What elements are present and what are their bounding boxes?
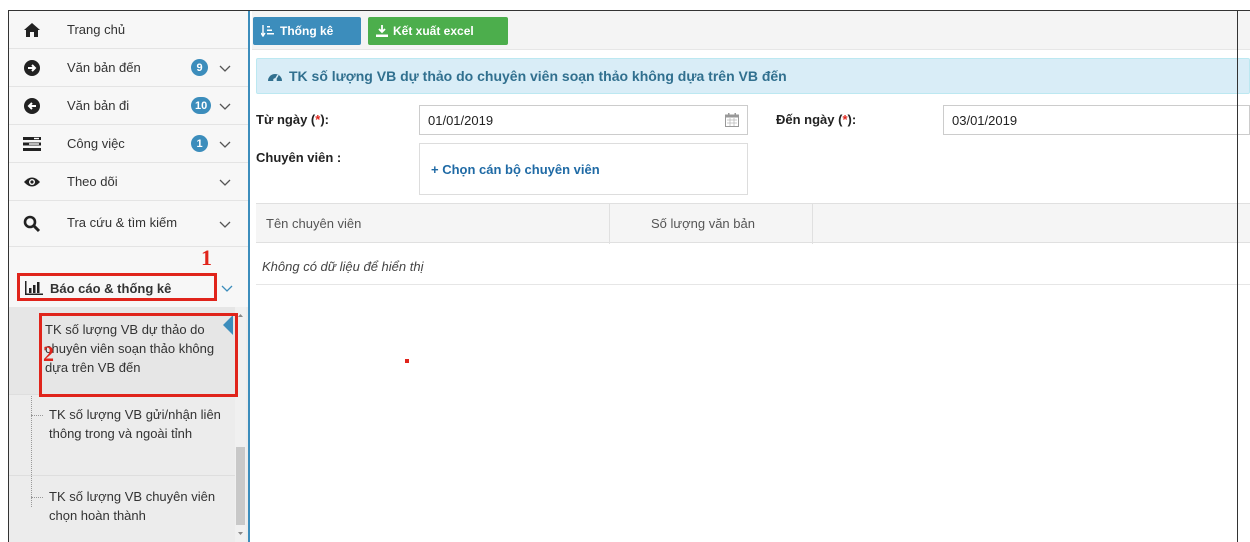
sidebar-item-home[interactable]: Trang chủ — [9, 11, 248, 49]
to-date-input[interactable]: 03/01/2019 — [943, 105, 1250, 135]
red-dot-marker — [405, 359, 409, 363]
choose-staff-link[interactable]: + Chọn cán bộ chuyên viên — [431, 162, 600, 177]
toolbar: Thống kê Kết xuất excel — [252, 11, 1250, 50]
sidebar: Trang chủ Văn bản đến 9 Văn bản đi 10 Cô… — [9, 11, 250, 542]
count-badge: 10 — [191, 97, 212, 114]
annotation-number-2: 2 — [43, 341, 54, 366]
tree-tick — [31, 497, 43, 498]
count-badge: 9 — [191, 59, 208, 76]
count-badge: 1 — [191, 135, 208, 152]
sidebar-item-outgoing[interactable]: Văn bản đi 10 — [9, 87, 248, 125]
chevron-down-icon — [221, 285, 233, 292]
sidebar-item-label: Văn bản đến — [67, 60, 141, 75]
grid-empty-message: Không có dữ liệu để hiển thị — [262, 259, 424, 274]
column-separator — [609, 204, 610, 244]
chevron-down-icon — [219, 65, 231, 72]
main-content: Thống kê Kết xuất excel TK số lượng VB d… — [252, 11, 1250, 542]
chevron-down-icon — [219, 103, 231, 110]
to-date-value: 03/01/2019 — [952, 112, 1018, 128]
submenu-item-label: TK số lượng VB chuyên viên chọn hoàn thà… — [49, 489, 216, 523]
column-separator — [812, 204, 813, 244]
tasks-icon — [23, 135, 41, 153]
sidebar-item-search[interactable]: Tra cứu & tìm kiếm — [9, 201, 248, 247]
sidebar-item-label: Tra cứu & tìm kiếm — [67, 215, 178, 230]
sidebar-item-tasks[interactable]: Công việc 1 — [9, 125, 248, 163]
arrow-circle-right-icon — [23, 59, 41, 77]
export-button-label: Kết xuất excel — [393, 24, 474, 38]
arrow-circle-left-icon — [23, 97, 41, 115]
download-icon — [376, 25, 388, 37]
panel-title: TK số lượng VB dự thảo do chuyên viên so… — [256, 58, 1250, 94]
annotation-box-1 — [17, 273, 217, 301]
chevron-down-icon — [219, 141, 231, 148]
sort-amount-icon — [261, 25, 274, 37]
eye-icon — [23, 173, 41, 191]
from-date-input[interactable]: 01/01/2019 — [419, 105, 748, 135]
sidebar-item-label: Công việc — [67, 136, 125, 151]
staff-label: Chuyên viên : — [256, 150, 342, 165]
sidebar-item-label: Trang chủ — [67, 22, 126, 37]
chevron-down-icon — [219, 221, 231, 228]
sidebar-item-label: Theo dõi — [67, 174, 118, 189]
staff-picker[interactable]: + Chọn cán bộ chuyên viên — [419, 143, 748, 195]
sidebar-item-incoming[interactable]: Văn bản đến 9 — [9, 49, 248, 87]
stats-button-label: Thống kê — [280, 24, 334, 38]
submenu-item-label: TK số lượng VB gửi/nhận liên thông trong… — [49, 407, 221, 441]
from-date-label: Từ ngày (*): — [256, 112, 329, 127]
panel-title-text: TK số lượng VB dự thảo do chuyên viên so… — [289, 68, 787, 84]
calendar-icon[interactable] — [725, 113, 739, 127]
grid-header: Tên chuyên viên Số lượng văn bản — [256, 203, 1250, 244]
frame-right-border — [1237, 10, 1238, 542]
submenu-item-completed-stats[interactable]: TK số lượng VB chuyên viên chọn hoàn thà… — [9, 476, 235, 542]
export-excel-button[interactable]: Kết xuất excel — [368, 17, 508, 45]
scroll-down-arrow-icon[interactable] — [235, 530, 246, 538]
sidebar-item-label: Văn bản đi — [67, 98, 130, 113]
column-header-count[interactable]: Số lượng văn bản — [651, 216, 755, 231]
column-header-staff[interactable]: Tên chuyên viên — [266, 216, 361, 231]
submenu-item-interconnect-stats[interactable]: TK số lượng VB gửi/nhận liên thông trong… — [9, 395, 235, 476]
home-icon — [23, 21, 41, 39]
sidebar-item-follow[interactable]: Theo dõi — [9, 163, 248, 201]
from-date-value: 01/01/2019 — [428, 112, 494, 128]
annotation-number-1: 1 — [201, 245, 212, 270]
stats-button[interactable]: Thống kê — [253, 17, 361, 45]
tree-tick — [31, 415, 43, 416]
to-date-label: Đến ngày (*): — [776, 112, 857, 127]
chevron-down-icon — [219, 179, 231, 186]
scrollbar-thumb[interactable] — [236, 447, 245, 525]
annotation-box-2 — [39, 313, 238, 397]
search-icon — [23, 215, 41, 233]
dashboard-icon — [268, 73, 282, 82]
grid-bottom-border — [256, 284, 1250, 285]
results-grid: Tên chuyên viên Số lượng văn bản Không c… — [256, 203, 1250, 285]
